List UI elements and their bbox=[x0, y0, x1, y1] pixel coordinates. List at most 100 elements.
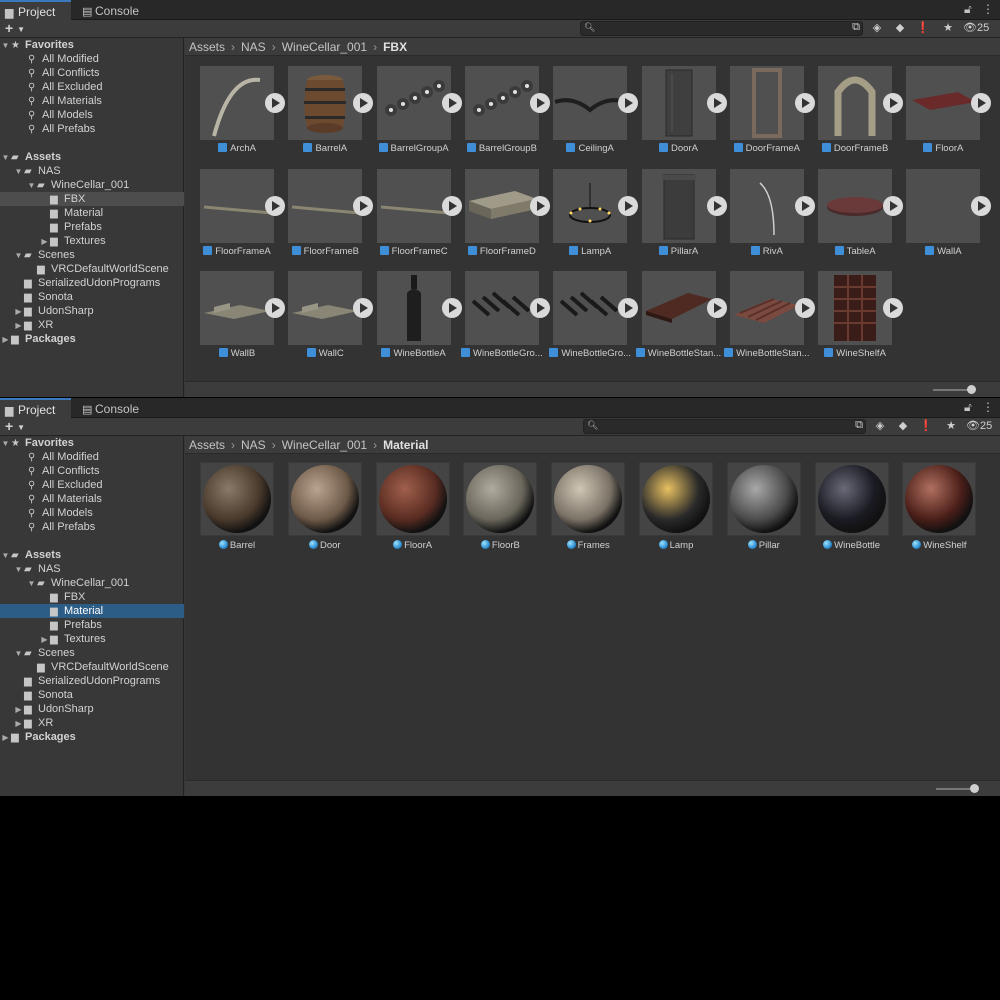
tab-console[interactable]: ▤ Console bbox=[77, 2, 145, 20]
zoom-slider-knob[interactable] bbox=[970, 784, 979, 793]
tree-folder-sonota[interactable]: ▆ Sonota bbox=[0, 290, 184, 304]
breadcrumb-item[interactable]: FBX bbox=[383, 40, 407, 54]
zoom-slider-knob[interactable] bbox=[967, 385, 976, 394]
expand-play-icon[interactable] bbox=[971, 195, 992, 216]
asset-tile[interactable]: WineBottleA bbox=[362, 271, 462, 371]
asset-tile[interactable]: DoorFrameB bbox=[803, 66, 904, 166]
asset-tile[interactable]: DoorA bbox=[627, 66, 727, 166]
tree-folder-fbx[interactable]: ▆ FBX bbox=[0, 192, 184, 207]
tree-fav-item[interactable]: ⚲ All Modified bbox=[0, 52, 184, 66]
tree-folder-sonota[interactable]: ▆ Sonota bbox=[0, 688, 184, 702]
kebab-menu-icon[interactable]: ⋮ bbox=[982, 2, 994, 16]
tree-packages[interactable]: ▶ ▆ Packages bbox=[0, 730, 184, 744]
tree-fav-item[interactable]: ⚲ All Models bbox=[0, 506, 184, 520]
asset-tile[interactable]: WineShelfA bbox=[803, 271, 904, 371]
tab-project[interactable]: ▆ Project bbox=[0, 398, 71, 419]
alert-icon[interactable]: ❗ bbox=[917, 419, 935, 434]
tree-fav-item[interactable]: ⚲ All Materials bbox=[0, 492, 184, 506]
tree-folder-scenes[interactable]: ▼ ▰ Scenes bbox=[0, 248, 184, 262]
asset-tile[interactable]: PillarA bbox=[627, 168, 727, 269]
tree-folder-winecellar[interactable]: ▼ ▰ WineCellar_001 bbox=[0, 576, 184, 590]
tree-folder-serialized[interactable]: ▆ SerializedUdonPrograms bbox=[0, 276, 184, 290]
asset-tile[interactable]: DoorFrameA bbox=[715, 66, 815, 166]
asset-tile[interactable]: WineBottleStan... bbox=[627, 271, 727, 371]
tree-folder-textures[interactable]: ▶ ▆ Textures bbox=[0, 632, 184, 646]
tree-folder-udonsharp[interactable]: ▶ ▆ UdonSharp bbox=[0, 304, 184, 318]
tree-folder-fbx[interactable]: ▆ FBX bbox=[0, 590, 184, 604]
lock-icon[interactable]: 🔓︎ bbox=[964, 2, 972, 17]
favorite-star-icon[interactable]: ★ bbox=[939, 21, 957, 36]
material-tile[interactable]: FloorA bbox=[361, 462, 450, 562]
asset-tile[interactable]: LampA bbox=[538, 168, 639, 269]
asset-tile[interactable]: ArchA bbox=[185, 66, 285, 166]
expand-play-icon[interactable] bbox=[971, 93, 992, 113]
asset-tile[interactable]: CeilingA bbox=[538, 66, 639, 166]
tree-folder-textures[interactable]: ▶ ▆ Textures bbox=[0, 234, 184, 248]
tree-favorites[interactable]: ▼ ★ Favorites bbox=[0, 436, 184, 450]
search-by-type-icon[interactable]: ⧉ bbox=[850, 419, 868, 434]
tree-favorites[interactable]: ▼ ★ Favorites bbox=[0, 38, 184, 52]
tree-folder-prefabs[interactable]: ▆ Prefabs bbox=[0, 220, 184, 234]
breadcrumb-item[interactable]: Material bbox=[383, 438, 428, 452]
kebab-menu-icon[interactable]: ⋮ bbox=[982, 400, 994, 414]
filter-by-type-icon[interactable]: ◈ bbox=[871, 419, 889, 434]
tree-folder-material[interactable]: ▆ Material bbox=[0, 604, 184, 619]
tab-console[interactable]: ▤ Console bbox=[77, 400, 145, 418]
tree-fav-item[interactable]: ⚲ All Excluded bbox=[0, 478, 184, 492]
tree-packages[interactable]: ▶ ▆ Packages bbox=[0, 332, 184, 346]
asset-tile[interactable]: FloorFrameA bbox=[185, 168, 285, 269]
breadcrumb-item[interactable]: WineCellar_001 bbox=[282, 40, 367, 54]
tree-fav-item[interactable]: ⚲ All Excluded bbox=[0, 80, 184, 94]
tree-assets[interactable]: ▼ ▰ Assets bbox=[0, 150, 184, 164]
asset-tile[interactable]: BarrelGroupA bbox=[362, 66, 462, 166]
asset-tile[interactable]: BarrelA bbox=[273, 66, 374, 166]
tree-folder-vrcscene[interactable]: ▆ VRCDefaultWorldScene bbox=[0, 262, 184, 276]
material-tile[interactable]: FloorB bbox=[448, 462, 538, 562]
tree-fav-item[interactable]: ⚲ All Models bbox=[0, 108, 184, 122]
tree-folder-prefabs[interactable]: ▆ Prefabs bbox=[0, 618, 184, 632]
asset-tile[interactable]: BarrelGroupB bbox=[450, 66, 550, 166]
hidden-packages-toggle[interactable]: 👁︎25 bbox=[963, 21, 989, 34]
material-tile[interactable]: Pillar bbox=[712, 462, 801, 562]
tree-folder-serialized[interactable]: ▆ SerializedUdonPrograms bbox=[0, 674, 184, 688]
material-tile[interactable]: Frames bbox=[536, 462, 626, 562]
asset-tile[interactable]: WineBottleGro... bbox=[538, 271, 639, 371]
search-by-type-icon[interactable]: ⧉ bbox=[847, 21, 865, 36]
asset-tile[interactable]: TableA bbox=[803, 168, 904, 269]
breadcrumb-item[interactable]: Assets bbox=[189, 438, 225, 452]
tree-folder-scenes[interactable]: ▼ ▰ Scenes bbox=[0, 646, 184, 660]
tree-folder-xr[interactable]: ▶ ▆ XR bbox=[0, 716, 184, 730]
filter-by-label-icon[interactable]: ◆ bbox=[894, 419, 912, 434]
tree-fav-item[interactable]: ⚲ All Conflicts bbox=[0, 464, 184, 478]
asset-tile[interactable]: RivA bbox=[715, 168, 815, 269]
material-tile[interactable]: WineBottle bbox=[800, 462, 889, 562]
asset-tile[interactable]: WallC bbox=[273, 271, 374, 371]
lock-icon[interactable]: 🔓︎ bbox=[964, 400, 972, 415]
breadcrumb-item[interactable]: Assets bbox=[189, 40, 225, 54]
tree-folder-nas[interactable]: ▼ ▰ NAS bbox=[0, 562, 184, 576]
breadcrumb-item[interactable]: NAS bbox=[241, 40, 266, 54]
alert-icon[interactable]: ❗ bbox=[914, 21, 932, 36]
tree-folder-udonsharp[interactable]: ▶ ▆ UdonSharp bbox=[0, 702, 184, 716]
tree-fav-item[interactable]: ⚲ All Modified bbox=[0, 450, 184, 464]
breadcrumb-item[interactable]: WineCellar_001 bbox=[282, 438, 367, 452]
filter-by-type-icon[interactable]: ◈ bbox=[868, 21, 886, 36]
tree-fav-item[interactable]: ⚲ All Prefabs bbox=[0, 520, 184, 534]
create-button[interactable]: + ▼ bbox=[5, 20, 25, 36]
filter-by-label-icon[interactable]: ◆ bbox=[891, 21, 909, 36]
tree-fav-item[interactable]: ⚲ All Materials bbox=[0, 94, 184, 108]
search-input[interactable]: 🔍︎ bbox=[580, 21, 863, 36]
tree-fav-item[interactable]: ⚲ All Prefabs bbox=[0, 122, 184, 136]
asset-tile[interactable]: WallB bbox=[185, 271, 285, 371]
favorite-star-icon[interactable]: ★ bbox=[942, 419, 960, 434]
tree-assets[interactable]: ▼ ▰ Assets bbox=[0, 548, 184, 562]
asset-tile[interactable]: FloorFrameC bbox=[362, 168, 462, 269]
hidden-packages-toggle[interactable]: 👁︎25 bbox=[966, 419, 992, 432]
tab-project[interactable]: ▆ Project bbox=[0, 0, 71, 21]
create-button[interactable]: + ▼ bbox=[5, 418, 25, 434]
material-tile[interactable]: Barrel bbox=[185, 462, 274, 562]
asset-tile[interactable]: FloorFrameB bbox=[273, 168, 374, 269]
tree-fav-item[interactable]: ⚲ All Conflicts bbox=[0, 66, 184, 80]
tree-folder-xr[interactable]: ▶ ▆ XR bbox=[0, 318, 184, 332]
asset-tile[interactable]: WallA bbox=[891, 168, 992, 269]
